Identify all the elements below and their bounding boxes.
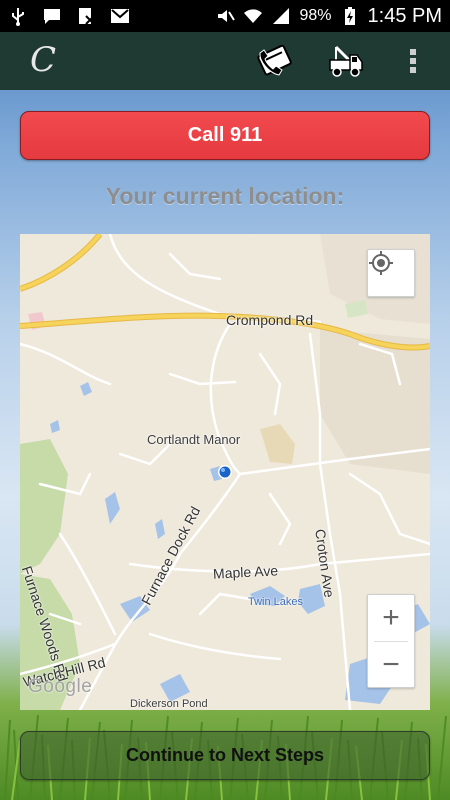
status-bar: 98% 1:45 PM xyxy=(0,0,450,32)
signal-icon xyxy=(273,8,290,24)
map-label-crompond: Crompond Rd xyxy=(226,312,314,328)
overflow-menu-button[interactable] xyxy=(395,41,431,81)
map-label-twin-lakes: Twin Lakes xyxy=(248,596,304,608)
map-view[interactable]: Crompond Rd Cortlandt Manor Furnace Wood… xyxy=(20,234,430,710)
map-label-maple: Maple Ave xyxy=(212,562,279,582)
map-label-dickerson: Dickerson Pond xyxy=(130,698,208,710)
zoom-controls: + − xyxy=(367,594,415,688)
my-location-button[interactable] xyxy=(367,249,415,297)
battery-percent: 98% xyxy=(299,7,332,24)
chat-icon xyxy=(44,9,60,24)
clock: 1:45 PM xyxy=(367,4,442,27)
zoom-in-button[interactable]: + xyxy=(368,595,414,641)
phone-card-icon xyxy=(257,44,292,76)
phone-card-button[interactable] xyxy=(255,41,295,81)
mute-icon xyxy=(218,10,236,22)
map-attribution: Google xyxy=(28,676,93,697)
gmail-icon xyxy=(111,9,129,23)
app-logo[interactable]: C xyxy=(30,40,64,80)
wifi-icon xyxy=(244,9,263,23)
map-label-cortlandt: Cortlandt Manor xyxy=(147,432,241,447)
usb-icon xyxy=(12,8,24,26)
overflow-menu-icon xyxy=(410,49,416,73)
zoom-out-button[interactable]: − xyxy=(368,642,414,688)
action-bar: C xyxy=(0,32,450,90)
continue-button[interactable]: Continue to Next Steps xyxy=(20,731,430,780)
tow-truck-button[interactable] xyxy=(326,41,366,81)
crosshair-icon xyxy=(369,251,393,275)
tow-truck-icon xyxy=(329,45,363,77)
battery-charging-icon xyxy=(344,7,355,25)
call-911-button[interactable]: Call 911 xyxy=(20,111,430,160)
missed-call-icon xyxy=(79,8,95,25)
location-title: Your current location: xyxy=(105,183,345,209)
